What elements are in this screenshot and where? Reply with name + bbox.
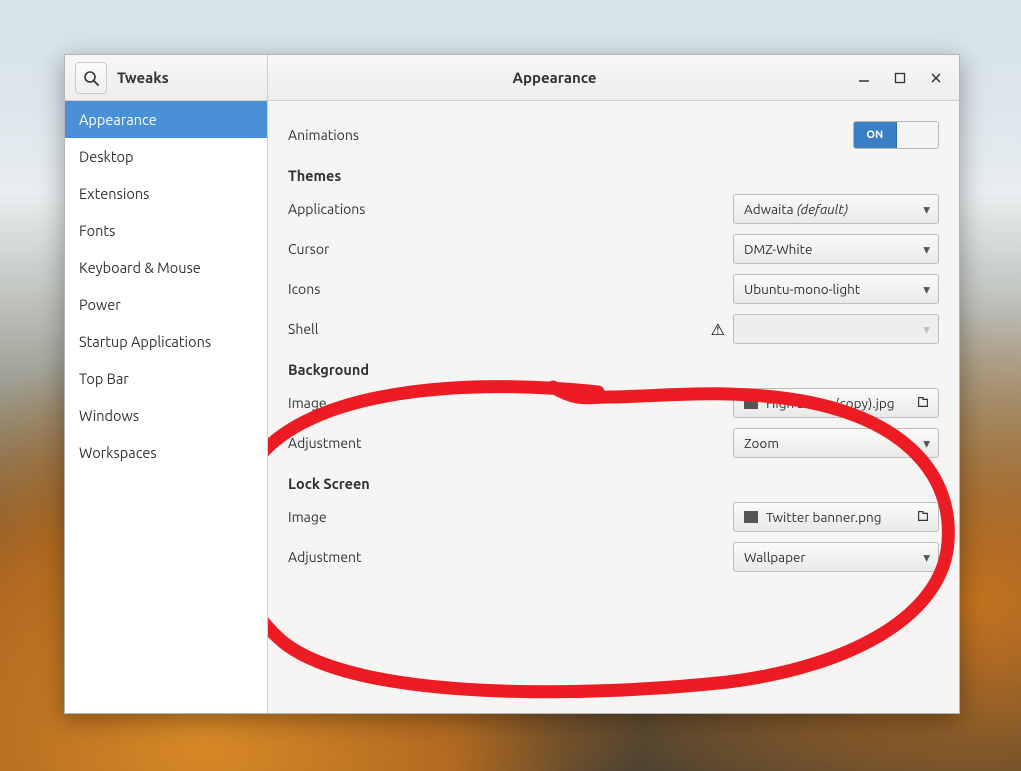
label-cursor: Cursor — [288, 241, 329, 257]
combo-shell: ▾ — [733, 314, 939, 344]
sidebar-item-appearance[interactable]: Appearance — [65, 101, 267, 138]
minimize-icon — [858, 72, 870, 84]
sidebar-item-label: Workspaces — [79, 444, 157, 461]
combo-background-adjustment-value: Zoom — [744, 435, 915, 451]
close-button[interactable] — [927, 69, 945, 87]
file-lockscreen-image[interactable]: Twitter banner.png — [733, 502, 939, 532]
sidebar-item-extensions[interactable]: Extensions — [65, 175, 267, 212]
combo-lockscreen-adjustment-value: Wallpaper — [744, 549, 915, 565]
maximize-button[interactable] — [891, 69, 909, 87]
section-lockscreen: Lock Screen — [288, 463, 939, 497]
label-lockscreen-image: Image — [288, 509, 327, 525]
content-panel: Animations ON Themes Applications Adwait… — [268, 101, 959, 713]
label-background-adjustment: Adjustment — [288, 435, 362, 451]
chevron-down-icon: ▾ — [923, 321, 930, 338]
row-lockscreen-image: Image Twitter banner.png — [288, 497, 939, 537]
sidebar: Appearance Desktop Extensions Fonts Keyb… — [65, 101, 268, 713]
sidebar-item-desktop[interactable]: Desktop — [65, 138, 267, 175]
tweaks-window: Tweaks Appearance Appearance Deskto — [64, 54, 960, 714]
row-background-adjustment: Adjustment Zoom ▾ — [288, 423, 939, 463]
app-title: Tweaks — [117, 69, 169, 86]
sidebar-item-label: Top Bar — [79, 370, 129, 387]
sidebar-item-label: Fonts — [79, 222, 115, 239]
sidebar-item-label: Keyboard & Mouse — [79, 259, 201, 276]
sidebar-item-label: Windows — [79, 407, 139, 424]
row-shell: Shell ⚠ ▾ — [288, 309, 939, 349]
sidebar-item-top-bar[interactable]: Top Bar — [65, 360, 267, 397]
titlebar: Tweaks Appearance — [65, 55, 959, 101]
chevron-down-icon: ▾ — [923, 241, 930, 258]
window-body: Appearance Desktop Extensions Fonts Keyb… — [65, 101, 959, 713]
label-shell: Shell — [288, 321, 318, 337]
sidebar-item-power[interactable]: Power — [65, 286, 267, 323]
row-cursor: Cursor DMZ-White ▾ — [288, 229, 939, 269]
combo-icons-value: Ubuntu-mono-light — [744, 281, 915, 297]
search-icon — [83, 70, 99, 86]
open-file-icon — [916, 509, 930, 526]
sidebar-item-workspaces[interactable]: Workspaces — [65, 434, 267, 471]
label-icons: Icons — [288, 281, 320, 297]
minimize-button[interactable] — [855, 69, 873, 87]
sidebar-item-label: Power — [79, 296, 121, 313]
combo-lockscreen-adjustment[interactable]: Wallpaper ▾ — [733, 542, 939, 572]
toggle-animations[interactable]: ON — [853, 121, 939, 149]
combo-cursor-value: DMZ-White — [744, 241, 915, 257]
warning-icon: ⚠ — [711, 320, 725, 339]
titlebar-left: Tweaks — [65, 55, 268, 100]
row-background-image: Image High Sierra (copy).jpg — [288, 383, 939, 423]
titlebar-center: Appearance — [268, 55, 841, 100]
file-background-image-value: High Sierra (copy).jpg — [766, 395, 908, 411]
sidebar-item-windows[interactable]: Windows — [65, 397, 267, 434]
image-thumb-icon — [744, 511, 758, 523]
sidebar-item-fonts[interactable]: Fonts — [65, 212, 267, 249]
file-background-image[interactable]: High Sierra (copy).jpg — [733, 388, 939, 418]
sidebar-item-label: Desktop — [79, 148, 133, 165]
sidebar-item-label: Appearance — [79, 111, 157, 128]
chevron-down-icon: ▾ — [923, 201, 930, 218]
sidebar-item-label: Startup Applications — [79, 333, 211, 350]
combo-background-adjustment[interactable]: Zoom ▾ — [733, 428, 939, 458]
file-lockscreen-image-value: Twitter banner.png — [766, 509, 908, 525]
maximize-icon — [894, 72, 906, 84]
image-thumb-icon — [744, 397, 758, 409]
window-controls — [841, 55, 959, 100]
label-background-image: Image — [288, 395, 327, 411]
row-icons: Icons Ubuntu-mono-light ▾ — [288, 269, 939, 309]
combo-applications-value: Adwaita (default) — [744, 201, 915, 217]
toggle-on-label: ON — [854, 122, 897, 148]
section-themes: Themes — [288, 155, 939, 189]
combo-cursor[interactable]: DMZ-White ▾ — [733, 234, 939, 264]
search-button[interactable] — [75, 62, 107, 94]
row-lockscreen-adjustment: Adjustment Wallpaper ▾ — [288, 537, 939, 577]
sidebar-item-label: Extensions — [79, 185, 149, 202]
chevron-down-icon: ▾ — [923, 435, 930, 452]
combo-icons[interactable]: Ubuntu-mono-light ▾ — [733, 274, 939, 304]
label-lockscreen-adjustment: Adjustment — [288, 549, 362, 565]
row-animations: Animations ON — [288, 115, 939, 155]
chevron-down-icon: ▾ — [923, 281, 930, 298]
close-icon — [930, 72, 942, 84]
chevron-down-icon: ▾ — [923, 549, 930, 566]
open-file-icon — [916, 395, 930, 412]
toggle-off-side — [897, 122, 939, 148]
sidebar-item-startup-applications[interactable]: Startup Applications — [65, 323, 267, 360]
page-title: Appearance — [513, 69, 597, 86]
combo-applications[interactable]: Adwaita (default) ▾ — [733, 194, 939, 224]
sidebar-item-keyboard-mouse[interactable]: Keyboard & Mouse — [65, 249, 267, 286]
desktop-wallpaper: Tweaks Appearance Appearance Deskto — [0, 0, 1021, 771]
label-applications: Applications — [288, 201, 365, 217]
section-background: Background — [288, 349, 939, 383]
label-animations: Animations — [288, 127, 359, 143]
row-applications: Applications Adwaita (default) ▾ — [288, 189, 939, 229]
